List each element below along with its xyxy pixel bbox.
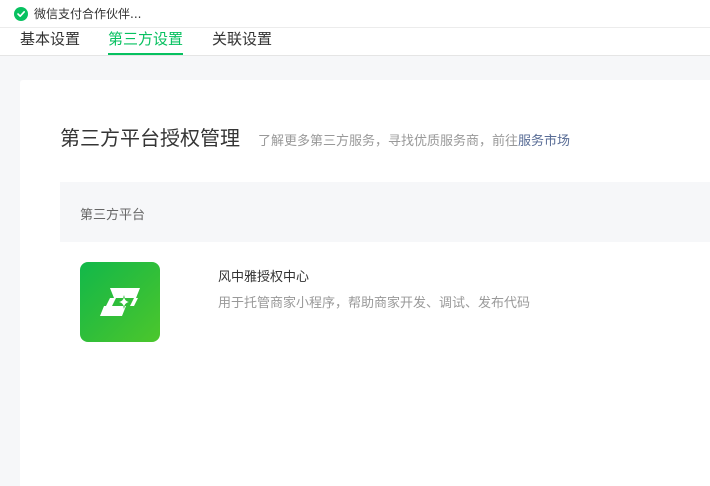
section-description: 了解更多第三方服务，寻找优质服务商，前往 (258, 134, 519, 149)
page-title: 第三方平台授权管理 (60, 126, 240, 150)
app-name: 风中雅授权中心 (218, 270, 310, 285)
column-header-platform: 第三方平台 (80, 208, 146, 223)
tab-basic-settings[interactable]: 基本设置 (20, 28, 80, 55)
tab-third-party-settings[interactable]: 第三方设置 (108, 28, 184, 55)
table-header: 第三方平台 (60, 182, 710, 242)
tab-linked-settings[interactable]: 关联设置 (212, 28, 272, 55)
title-bar: 微信支付合作伙伴... (0, 0, 710, 28)
app-description: 用于托管商家小程序，帮助商家开发、调试、发布代码 (218, 296, 531, 311)
wechat-pay-logo-icon (14, 6, 28, 21)
authorization-card: 第三方平台授权管理 了解更多第三方服务，寻找优质服务商，前往 服务市场 第三方平… (20, 80, 710, 486)
section-heading: 第三方平台授权管理 了解更多第三方服务，寻找优质服务商，前往 服务市场 (60, 122, 570, 151)
service-market-link[interactable]: 服务市场 (518, 130, 570, 149)
window-title: 微信支付合作伙伴... (34, 7, 142, 21)
settings-tabs: 基本设置 第三方设置 关联设置 (0, 28, 710, 56)
table-row: 风中雅授权中心 用于托管商家小程序，帮助商家开发、调试、发布代码 (60, 242, 710, 362)
app-s-logo-icon[interactable] (80, 262, 160, 342)
